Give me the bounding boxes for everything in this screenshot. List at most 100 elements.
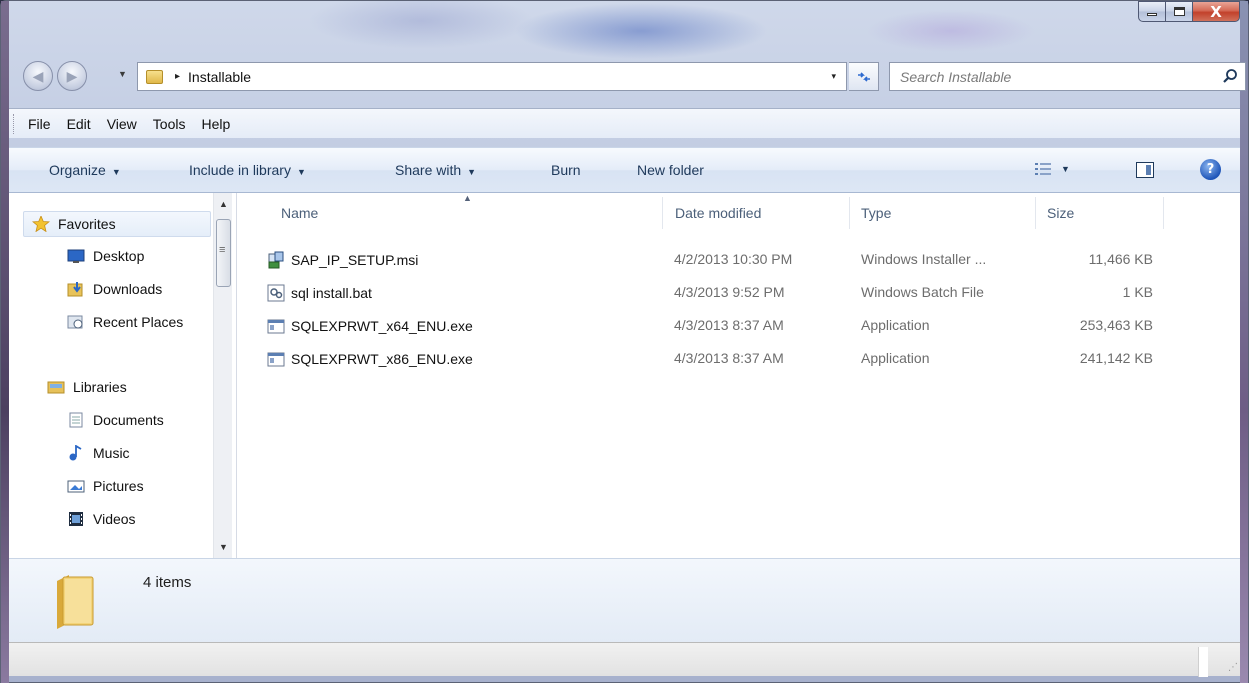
column-date-modified[interactable]: Date modified bbox=[675, 205, 761, 221]
scroll-thumb[interactable] bbox=[216, 219, 231, 287]
nav-downloads[interactable]: Downloads bbox=[67, 281, 162, 297]
column-type[interactable]: Type bbox=[861, 205, 891, 221]
organize-button[interactable]: Organize ▼ bbox=[49, 162, 121, 178]
nav-music-label: Music bbox=[93, 445, 130, 461]
file-name-cell[interactable]: SAP_IP_SETUP.msi bbox=[267, 251, 418, 269]
file-size: 11,466 KB bbox=[1088, 251, 1153, 267]
navigation-pane: Favorites Desktop Downloads Recent Place… bbox=[9, 193, 237, 558]
back-button[interactable]: ◀ bbox=[23, 61, 53, 91]
nav-recent-places[interactable]: Recent Places bbox=[67, 314, 207, 330]
documents-icon bbox=[69, 412, 83, 428]
back-arrow-icon: ◀ bbox=[32, 67, 44, 84]
star-icon bbox=[32, 216, 50, 232]
address-bar[interactable]: ▸ Installable ▾ bbox=[137, 62, 847, 91]
search-input[interactable]: Search Installable bbox=[900, 69, 1011, 85]
nav-libraries-label: Libraries bbox=[73, 379, 127, 395]
preview-pane-icon[interactable] bbox=[1136, 162, 1154, 178]
close-icon: X bbox=[1210, 2, 1222, 21]
column-separator[interactable] bbox=[662, 197, 663, 229]
forward-button[interactable]: ▶ bbox=[57, 61, 87, 91]
batch-file-icon bbox=[267, 284, 285, 302]
scroll-down-icon[interactable]: ▼ bbox=[219, 542, 228, 552]
file-row[interactable]: sql install.bat 4/3/2013 9:52 PM Windows… bbox=[237, 278, 1240, 308]
refresh-icon bbox=[857, 71, 870, 82]
chevron-down-icon: ▼ bbox=[111, 167, 121, 177]
nav-pictures[interactable]: Pictures bbox=[67, 478, 144, 494]
nav-pictures-label: Pictures bbox=[93, 478, 144, 494]
file-row[interactable]: SQLEXPRWT_x64_ENU.exe 4/3/2013 8:37 AM A… bbox=[237, 311, 1240, 341]
chevron-down-icon: ▼ bbox=[296, 167, 306, 177]
status-bar: ⋰ bbox=[9, 642, 1240, 677]
recent-pages-dropdown[interactable]: ▼ bbox=[118, 69, 127, 79]
downloads-folder-icon bbox=[67, 282, 83, 297]
file-name-cell[interactable]: sql install.bat bbox=[267, 284, 372, 302]
nav-documents[interactable]: Documents bbox=[67, 412, 164, 428]
details-view-icon bbox=[1035, 163, 1051, 175]
file-name: SQLEXPRWT_x86_ENU.exe bbox=[291, 351, 473, 367]
column-separator[interactable] bbox=[1035, 197, 1036, 229]
file-name-cell[interactable]: SQLEXPRWT_x64_ENU.exe bbox=[267, 317, 473, 335]
nav-favorites[interactable]: Favorites bbox=[23, 211, 211, 237]
file-row[interactable]: SAP_IP_SETUP.msi 4/2/2013 10:30 PM Windo… bbox=[237, 245, 1240, 275]
new-folder-button[interactable]: New folder bbox=[637, 162, 704, 178]
pictures-icon bbox=[67, 480, 85, 493]
file-name-cell[interactable]: SQLEXPRWT_x86_ENU.exe bbox=[267, 350, 473, 368]
menu-view[interactable]: View bbox=[105, 116, 139, 132]
nav-desktop[interactable]: Desktop bbox=[67, 248, 144, 264]
burn-button[interactable]: Burn bbox=[551, 162, 581, 178]
nav-favorites-label: Favorites bbox=[58, 216, 116, 232]
nav-music[interactable]: Music bbox=[67, 445, 130, 461]
menu-file[interactable]: File bbox=[26, 116, 53, 132]
menu-tools[interactable]: Tools bbox=[151, 116, 188, 132]
refresh-button[interactable] bbox=[849, 62, 879, 91]
nav-desktop-label: Desktop bbox=[93, 248, 145, 264]
nav-scrollbar[interactable]: ▲ ▼ bbox=[213, 193, 232, 558]
content-area: Favorites Desktop Downloads Recent Place… bbox=[9, 193, 1240, 558]
nav-buttons: ◀ ▶ ▼ bbox=[23, 59, 143, 93]
change-view-button[interactable]: ▼ bbox=[1035, 162, 1070, 176]
item-count: 4 items bbox=[143, 574, 192, 591]
file-date: 4/3/2013 8:37 AM bbox=[674, 350, 784, 366]
file-date: 4/3/2013 8:37 AM bbox=[674, 317, 784, 333]
music-icon bbox=[69, 445, 82, 461]
include-in-library-button[interactable]: Include in library ▼ bbox=[189, 162, 306, 178]
file-type: Windows Batch File bbox=[861, 284, 984, 300]
breadcrumb-separator-icon[interactable]: ▸ bbox=[175, 71, 180, 82]
file-size: 1 KB bbox=[1122, 284, 1153, 300]
menu-edit[interactable]: Edit bbox=[65, 116, 93, 132]
address-history-dropdown[interactable]: ▾ bbox=[831, 71, 836, 82]
resize-grip-icon[interactable]: ⋰ bbox=[1228, 662, 1238, 673]
nav-libraries[interactable]: Libraries bbox=[47, 379, 127, 395]
column-name[interactable]: Name bbox=[281, 205, 318, 221]
column-size[interactable]: Size bbox=[1047, 205, 1074, 221]
nav-videos[interactable]: Videos bbox=[67, 511, 136, 527]
search-box[interactable]: Search Installable bbox=[889, 62, 1246, 91]
column-separator[interactable] bbox=[1163, 197, 1164, 229]
minimize-button[interactable] bbox=[1138, 1, 1166, 22]
help-icon[interactable]: ? bbox=[1200, 159, 1221, 180]
search-icon[interactable] bbox=[1222, 68, 1238, 84]
file-type: Application bbox=[861, 317, 930, 333]
file-type: Windows Installer ... bbox=[861, 251, 987, 267]
application-icon bbox=[267, 352, 285, 367]
desktop-icon bbox=[67, 249, 85, 263]
include-in-library-label: Include in library bbox=[189, 162, 291, 178]
share-with-button[interactable]: Share with ▼ bbox=[395, 162, 476, 178]
close-button[interactable]: X bbox=[1193, 1, 1240, 22]
views-dropdown-icon: ▼ bbox=[1061, 164, 1070, 174]
details-pane: 4 items bbox=[9, 558, 1240, 642]
maximize-button[interactable] bbox=[1166, 1, 1193, 22]
menu-grip bbox=[13, 113, 16, 134]
videos-icon bbox=[69, 512, 83, 526]
chevron-down-icon: ▼ bbox=[467, 167, 477, 177]
menu-help[interactable]: Help bbox=[199, 116, 232, 132]
nav-videos-label: Videos bbox=[93, 511, 136, 527]
scroll-up-icon[interactable]: ▲ bbox=[219, 199, 228, 209]
column-separator[interactable] bbox=[849, 197, 850, 229]
breadcrumb-installable[interactable]: Installable bbox=[188, 69, 251, 85]
sort-ascending-icon: ▲ bbox=[463, 193, 472, 203]
file-row[interactable]: SQLEXPRWT_x86_ENU.exe 4/3/2013 8:37 AM A… bbox=[237, 344, 1240, 374]
recent-places-icon bbox=[67, 315, 83, 329]
window-frame-right bbox=[1240, 1, 1248, 683]
file-date: 4/2/2013 10:30 PM bbox=[674, 251, 793, 267]
